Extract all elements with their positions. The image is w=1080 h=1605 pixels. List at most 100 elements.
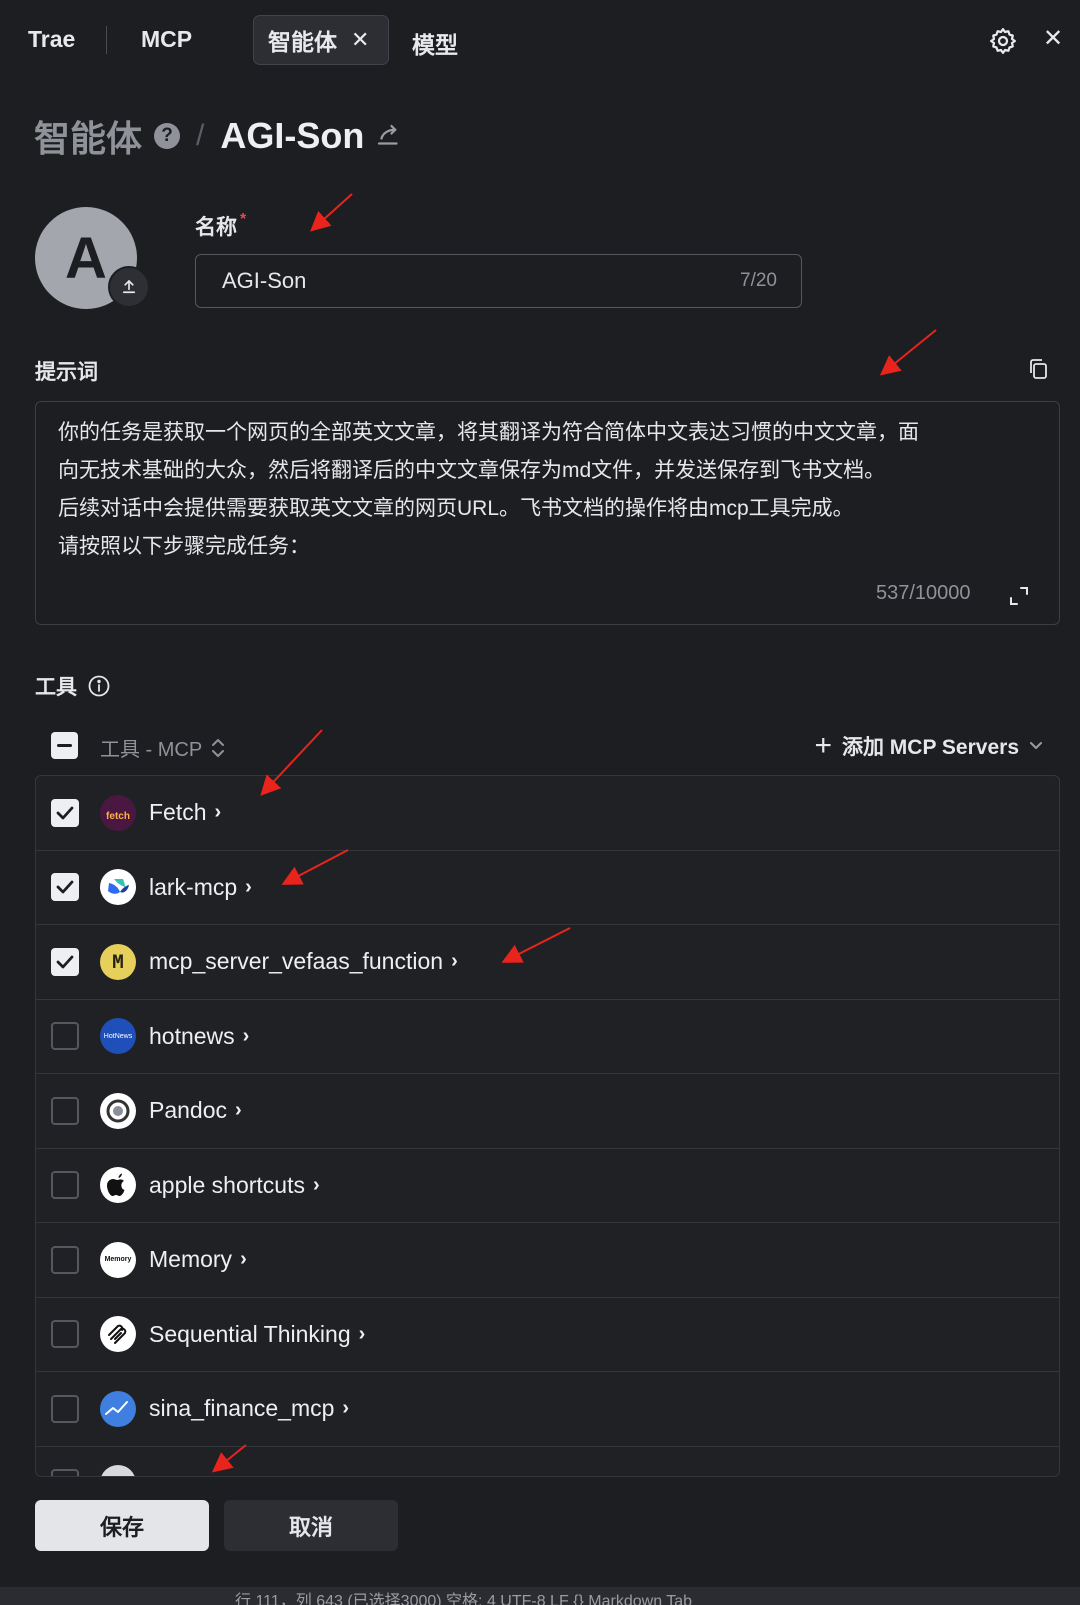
plus-icon: + [814, 729, 832, 762]
memory-logo-icon: Memory [100, 1241, 136, 1278]
tool-name: Sequential Thinking › [149, 1321, 365, 1348]
sort-updown-icon [212, 738, 225, 757]
sequential-logo-icon [100, 1316, 136, 1353]
check-icon [56, 806, 74, 820]
tool-checkbox[interactable] [51, 1469, 79, 1476]
tools-header: 工具 - MCP + 添加 MCP Servers [35, 728, 1060, 764]
cancel-button[interactable]: 取消 [224, 1500, 398, 1551]
sina-finance-logo-icon [100, 1390, 136, 1427]
tool-row-partial[interactable] [36, 1447, 1059, 1476]
tool-name-text: Pandoc [149, 1097, 228, 1124]
prompt-label: 提示词 [35, 361, 98, 384]
prompt-char-count: 537/10000 [876, 582, 971, 604]
tool-name-text: Fetch [149, 799, 207, 826]
tab-close-icon[interactable]: ✕ [351, 27, 369, 53]
tool-row-hotnews[interactable]: HotNews hotnews › [36, 1000, 1059, 1074]
tab-agent[interactable]: 智能体 ✕ [253, 15, 389, 65]
tools-label: 工具 [35, 671, 111, 701]
tab-agent-label: 智能体 [268, 29, 337, 55]
tools-sort-selector[interactable]: 工具 - MCP [100, 733, 226, 762]
tool-checkbox[interactable] [51, 1394, 79, 1423]
required-mark: * [240, 211, 247, 228]
tab-model[interactable]: 模型 [412, 26, 458, 60]
tool-name-text: hotnews [149, 1022, 235, 1049]
lark-logo-shape [108, 879, 129, 895]
chevron-right-icon: › [235, 1099, 242, 1122]
pandoc-logo-shape [106, 1099, 130, 1123]
tool-name-text: lark-mcp [149, 873, 238, 900]
prompt-line: 请按照以下步骤完成任务： [58, 535, 310, 558]
breadcrumb-separator: / [196, 119, 205, 152]
tab-mcp[interactable]: MCP [141, 26, 192, 53]
tool-row-pandoc[interactable]: Pandoc › [36, 1074, 1059, 1149]
breadcrumb-root[interactable]: 智能体 [34, 110, 142, 162]
top-tab-bar: Trae MCP 智能体 ✕ 模型 ✕ [0, 0, 1080, 82]
tool-name: hotnews › [149, 1023, 249, 1050]
upload-avatar-button[interactable] [108, 266, 150, 308]
annotation-arrow [310, 193, 353, 232]
tool-row-fetch[interactable]: fetch Fetch › [36, 776, 1059, 851]
tool-checkbox[interactable] [51, 1245, 79, 1274]
tool-name-text: Sequential Thinking [149, 1320, 351, 1347]
tool-checkbox[interactable] [51, 873, 79, 902]
share-icon[interactable] [374, 121, 404, 151]
chevron-right-icon: › [312, 1173, 320, 1196]
name-char-count: 7/20 [740, 270, 777, 291]
tool-row-sina-finance-mcp[interactable]: sina_finance_mcp › [36, 1372, 1059, 1447]
tool-name-text: mcp_server_vefaas_function [149, 948, 444, 975]
tool-name: apple shortcuts › [149, 1172, 320, 1199]
tool-checkbox[interactable] [51, 798, 79, 827]
gear-icon[interactable] [988, 26, 1018, 56]
tool-name-text: Memory [149, 1246, 233, 1273]
tab-divider [106, 26, 107, 54]
tool-row-mcp-server-vefaas-function[interactable]: M mcp_server_vefaas_function › [36, 925, 1059, 1000]
name-field[interactable]: AGI-Son 7/20 [195, 254, 802, 308]
tab-trae[interactable]: Trae [28, 26, 75, 53]
upload-icon [122, 280, 136, 294]
select-all-checkbox[interactable] [51, 732, 78, 759]
prompt-line: 你的任务是获取一个网页的全部英文文章，将其翻译为符合简体中文表达习惯的中文文章，… [58, 421, 919, 444]
tools-list: fetch Fetch › lark-mcp › M mcp_server_ve… [35, 775, 1060, 1477]
chevron-right-icon: › [358, 1322, 366, 1345]
info-icon[interactable] [87, 674, 111, 698]
name-value: AGI-Son [222, 268, 307, 293]
tool-name: Memory › [149, 1246, 247, 1273]
tool-row-sequential-thinking[interactable]: Sequential Thinking › [36, 1298, 1059, 1372]
chevron-right-icon: › [245, 875, 252, 898]
tool-checkbox[interactable] [51, 1096, 79, 1125]
save-button[interactable]: 保存 [35, 1500, 209, 1551]
prompt-line: 后续对话中会提供需要获取英文文章的网页URL。飞书文档的操作将由mcp工具完成。 [58, 497, 854, 520]
tool-checkbox[interactable] [51, 1171, 79, 1200]
sequential-logo-shape [108, 1324, 127, 1345]
tool-checkbox[interactable] [51, 947, 79, 976]
tools-sort-label: 工具 - MCP [100, 739, 203, 761]
indeterminate-mark [57, 744, 72, 747]
hotnews-logo-icon: HotNews [100, 1018, 136, 1055]
tool-row-memory[interactable]: Memory Memory › [36, 1223, 1059, 1298]
prompt-textarea[interactable]: 你的任务是获取一个网页的全部英文文章，将其翻译为符合简体中文表达习惯的中文文章，… [35, 401, 1060, 625]
copy-icon[interactable] [1026, 356, 1050, 382]
prompt-line: 向无技术基础的大众，然后将翻译后的中文文章保存为md文件，并发送保存到飞书文档。 [58, 459, 886, 482]
tool-checkbox[interactable] [51, 1320, 79, 1349]
sina-finance-logo-shape [105, 1400, 128, 1415]
tool-row-apple-shortcuts[interactable]: apple shortcuts › [36, 1149, 1059, 1223]
tool-row-lark-mcp[interactable]: lark-mcp › [36, 851, 1059, 925]
chevron-right-icon: › [242, 1024, 250, 1047]
help-icon[interactable]: ? [154, 123, 181, 149]
tool-checkbox[interactable] [51, 1022, 79, 1051]
breadcrumb: 智能体 ? / AGI-Son [34, 110, 404, 162]
add-mcp-servers-button[interactable]: + 添加 MCP Servers [814, 731, 1043, 761]
chevron-right-icon: › [342, 1397, 350, 1420]
tool-name: mcp_server_vefaas_function › [149, 948, 458, 975]
tool-name: sina_finance_mcp › [149, 1395, 349, 1422]
close-icon[interactable]: ✕ [1043, 24, 1063, 53]
name-label-text: 名称 [195, 216, 237, 239]
memory-logo-text: Memory [104, 1256, 132, 1264]
annotation-arrow [879, 329, 937, 376]
check-icon [56, 880, 74, 894]
tools-label-text: 工具 [35, 676, 77, 699]
chevron-right-icon: › [214, 801, 222, 824]
expand-icon[interactable] [1007, 584, 1031, 608]
m-logo-text: M [112, 950, 124, 973]
add-mcp-label: 添加 MCP Servers [841, 736, 1019, 759]
